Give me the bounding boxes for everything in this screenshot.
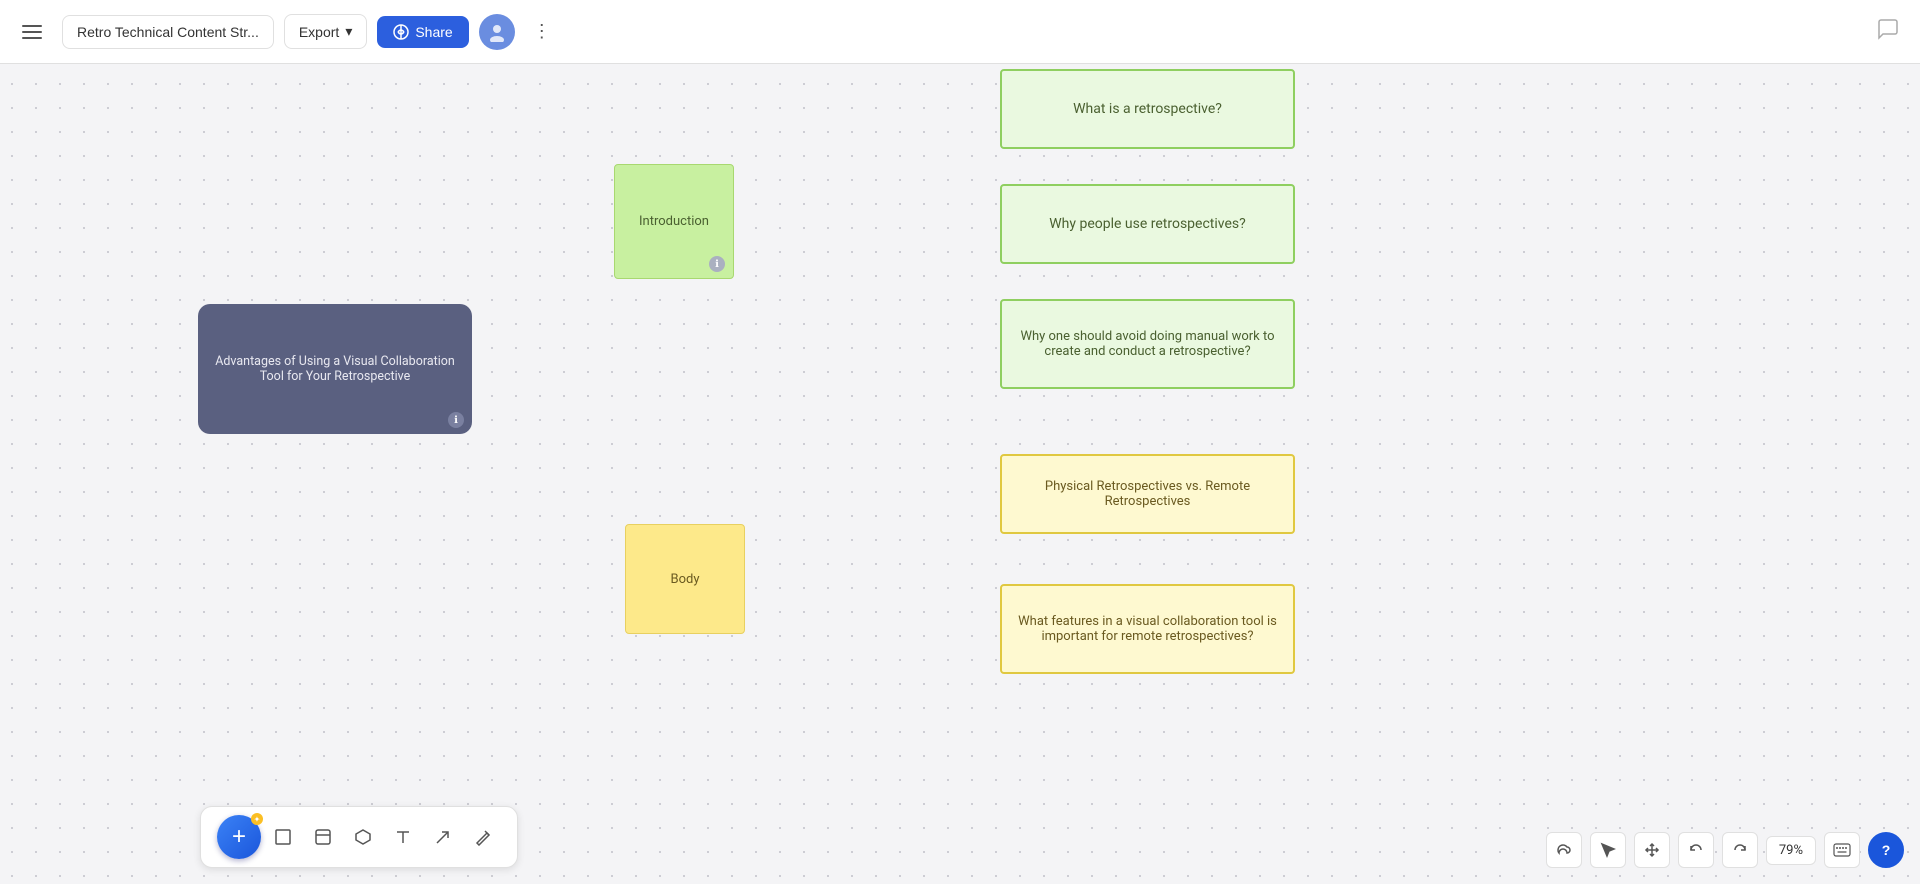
plus-icon: + [232, 825, 246, 849]
right-card-1-text: What is a retrospective? [1073, 101, 1222, 117]
add-button[interactable]: + ✦ [217, 815, 261, 859]
cloud-button[interactable] [1546, 832, 1582, 868]
advantages-card[interactable]: Advantages of Using a Visual Collaborati… [198, 304, 472, 434]
menu-button[interactable] [12, 12, 52, 52]
body-card[interactable]: Body [625, 524, 745, 634]
bottom-right-controls: 79% ? [1546, 832, 1904, 868]
bottom-toolbar: + ✦ [200, 806, 518, 868]
arrow-tool-button[interactable] [425, 819, 461, 855]
right-card-3[interactable]: Why one should avoid doing manual work t… [1000, 299, 1295, 389]
share-button[interactable]: Share [377, 16, 468, 48]
info-icon[interactable]: ℹ [709, 256, 725, 272]
sparkle-icon: ✦ [251, 813, 263, 825]
introduction-card[interactable]: Introduction ℹ [614, 164, 734, 279]
comment-button[interactable] [1868, 12, 1908, 52]
text-tool-button[interactable] [385, 819, 421, 855]
right-card-4[interactable]: Physical Retrospectives vs. Remote Retro… [1000, 454, 1295, 534]
zoom-level[interactable]: 79% [1766, 836, 1816, 865]
move-tool-button[interactable] [1634, 832, 1670, 868]
advantages-card-text: Advantages of Using a Visual Collaborati… [214, 354, 456, 384]
keyboard-button[interactable] [1824, 832, 1860, 868]
rectangle-tool-button[interactable] [265, 819, 301, 855]
right-card-5[interactable]: What features in a visual collaboration … [1000, 584, 1295, 674]
share-label: Share [415, 24, 452, 40]
info-icon-gray[interactable]: ℹ [448, 412, 464, 428]
right-card-1[interactable]: What is a retrospective? [1000, 69, 1295, 149]
pen-tool-button[interactable] [465, 819, 501, 855]
right-card-2[interactable]: Why people use retrospectives? [1000, 184, 1295, 264]
introduction-card-text: Introduction [639, 214, 709, 229]
export-label: Export [299, 24, 339, 40]
undo-button[interactable] [1678, 832, 1714, 868]
body-card-text: Body [671, 572, 700, 587]
right-card-3-text: Why one should avoid doing manual work t… [1012, 329, 1283, 359]
cursor-tool-button[interactable] [1590, 832, 1626, 868]
canvas-area: Introduction ℹ Advantages of Using a Vis… [0, 64, 1920, 884]
redo-button[interactable] [1722, 832, 1758, 868]
card-tool-button[interactable] [305, 819, 341, 855]
more-options-button[interactable]: ⋮ [525, 17, 559, 46]
doc-title-button[interactable]: Retro Technical Content Str... [62, 15, 274, 49]
chevron-down-icon: ▾ [345, 23, 352, 40]
shape-tool-button[interactable] [345, 819, 381, 855]
avatar[interactable] [479, 14, 515, 50]
right-card-4-text: Physical Retrospectives vs. Remote Retro… [1002, 479, 1293, 509]
header: Retro Technical Content Str... Export ▾ … [0, 0, 1920, 64]
export-button[interactable]: Export ▾ [284, 14, 368, 49]
right-card-5-text: What features in a visual collaboration … [1012, 614, 1283, 644]
right-card-2-text: Why people use retrospectives? [1049, 216, 1246, 232]
help-button[interactable]: ? [1868, 832, 1904, 868]
